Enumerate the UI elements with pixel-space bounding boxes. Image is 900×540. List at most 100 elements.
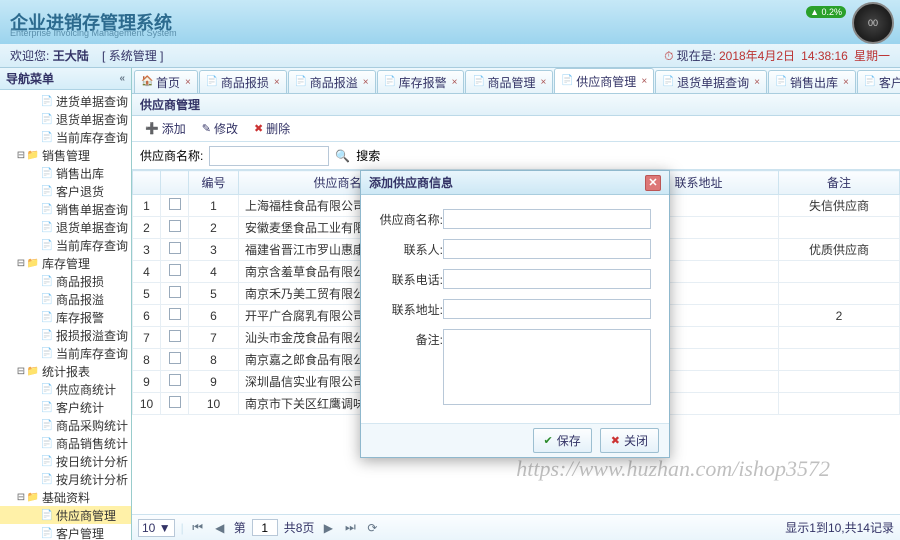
close-icon[interactable]: ✕ [645,175,661,191]
file-icon: 📁 [26,490,40,504]
tree-node[interactable]: 📄库存报警 [0,308,131,326]
collapse-icon[interactable]: « [119,73,125,84]
addr-input[interactable] [443,299,651,319]
tab-close-icon[interactable]: × [363,77,369,88]
prev-page-button[interactable]: ◀ [212,520,228,536]
next-page-button[interactable]: ▶ [320,520,336,536]
search-button[interactable]: 搜索 [356,147,380,164]
tree-node[interactable]: 📄退货单据查询 [0,218,131,236]
tree-node[interactable]: 📄当前库存查询 [0,344,131,362]
tab[interactable]: 🏠首页× [134,70,198,93]
tree-node[interactable]: 📄商品销售统计 [0,434,131,452]
tree-node[interactable]: 📄报损报溢查询 [0,326,131,344]
sidebar-header: 导航菜单 « [0,68,131,90]
col-header[interactable] [161,171,189,195]
row-checkbox[interactable] [169,396,181,408]
supplier-name-input[interactable] [443,209,651,229]
row-checkbox[interactable] [169,220,181,232]
file-icon: 📄 [40,112,54,126]
gauge-icon: 00 [852,2,894,44]
add-supplier-dialog: 添加供应商信息 ✕ 供应商名称: 联系人: 联系电话: 联系地址: 备注: ✔保… [360,170,670,458]
tree-node[interactable]: 📄供应商统计 [0,380,131,398]
panel-title: 供应商管理 [132,94,900,116]
last-page-button[interactable]: ⏭ [342,520,358,536]
tree-node[interactable]: 📄商品采购统计 [0,416,131,434]
row-checkbox[interactable] [169,242,181,254]
tab-close-icon[interactable]: × [274,77,280,88]
dialog-header[interactable]: 添加供应商信息 ✕ [361,171,669,195]
tab-strip: 🏠首页×📄商品报损×📄商品报溢×📄库存报警×📄商品管理×📄供应商管理×📄退货单据… [132,68,900,94]
row-checkbox[interactable] [169,264,181,276]
tab-close-icon[interactable]: × [452,77,458,88]
tab[interactable]: 📄供应商管理× [554,68,654,93]
clock-date: 2018年4月2日 [719,49,795,63]
clock-weekday: 星期一 [854,49,890,63]
tab[interactable]: 📄商品报溢× [288,70,376,93]
add-button[interactable]: ➕添加 [138,117,193,140]
clock-icon: ⏱ [664,49,673,63]
col-header[interactable]: 备注 [779,171,900,195]
tab-close-icon[interactable]: × [843,77,849,88]
tree-node[interactable]: ⊟📁库存管理 [0,254,131,272]
file-icon: 📄 [40,346,54,360]
page-input[interactable] [252,519,278,536]
tree-node[interactable]: 📄客户统计 [0,398,131,416]
tree-node[interactable]: 📄当前库存查询 [0,128,131,146]
tab[interactable]: 📄销售出库× [768,70,856,93]
file-icon: 📄 [40,400,54,414]
edit-button[interactable]: ✎修改 [195,117,245,140]
row-checkbox[interactable] [169,352,181,364]
remark-input[interactable] [443,329,651,405]
tree-node[interactable]: ⊟📁基础资料 [0,488,131,506]
tab[interactable]: 📄商品报损× [199,70,287,93]
field-addr-label: 联系地址: [379,299,443,318]
search-label: 供应商名称: [140,147,203,164]
tree-node[interactable]: 📄按月统计分析 [0,470,131,488]
col-header[interactable]: 编号 [189,171,239,195]
search-icon[interactable]: 🔍 [335,149,350,163]
section-link[interactable]: 系统管理 [109,49,157,63]
first-page-button[interactable]: ⏮ [190,520,206,536]
tab-close-icon[interactable]: × [754,77,760,88]
tab[interactable]: 📄商品管理× [465,70,553,93]
tree-node[interactable]: 📄客户管理 [0,524,131,540]
search-input[interactable] [209,146,329,166]
tree-node[interactable]: 📄供应商管理 [0,506,131,524]
page-size-select[interactable]: 10 ▼ [138,519,175,537]
file-icon: 📄 [40,526,54,540]
tree-node[interactable]: 📄销售出库 [0,164,131,182]
file-icon: 📄 [40,418,54,432]
refresh-button[interactable]: ⟳ [364,520,380,536]
tab[interactable]: 📄库存报警× [377,70,465,93]
tab-close-icon[interactable]: × [540,77,546,88]
tab-close-icon[interactable]: × [641,76,647,87]
plus-icon: ➕ [145,122,159,135]
tel-input[interactable] [443,269,651,289]
tree-node[interactable]: 📄商品报损 [0,272,131,290]
pager-info: 显示1到10,共14记录 [785,519,894,536]
contact-input[interactable] [443,239,651,259]
row-checkbox[interactable] [169,330,181,342]
tree-node[interactable]: 📄按日统计分析 [0,452,131,470]
tree-node[interactable]: 📄退货单据查询 [0,110,131,128]
row-checkbox[interactable] [169,198,181,210]
tab-icon: 📄 [864,76,876,88]
col-header[interactable] [133,171,161,195]
row-checkbox[interactable] [169,374,181,386]
tree-node[interactable]: 📄进货单据查询 [0,92,131,110]
tab[interactable]: 📄客户退货× [857,70,900,93]
tree-node[interactable]: ⊟📁统计报表 [0,362,131,380]
row-checkbox[interactable] [169,308,181,320]
tree-node[interactable]: ⊟📁销售管理 [0,146,131,164]
tab[interactable]: 📄退货单据查询× [655,70,767,93]
tab-close-icon[interactable]: × [185,77,191,88]
close-button[interactable]: ✖关闭 [600,428,659,453]
tab-icon: 🏠 [141,76,153,88]
tree-node[interactable]: 📄销售单据查询 [0,200,131,218]
row-checkbox[interactable] [169,286,181,298]
tree-node[interactable]: 📄客户退货 [0,182,131,200]
save-button[interactable]: ✔保存 [533,428,592,453]
delete-button[interactable]: ✖删除 [247,117,297,140]
tree-node[interactable]: 📄当前库存查询 [0,236,131,254]
tree-node[interactable]: 📄商品报溢 [0,290,131,308]
